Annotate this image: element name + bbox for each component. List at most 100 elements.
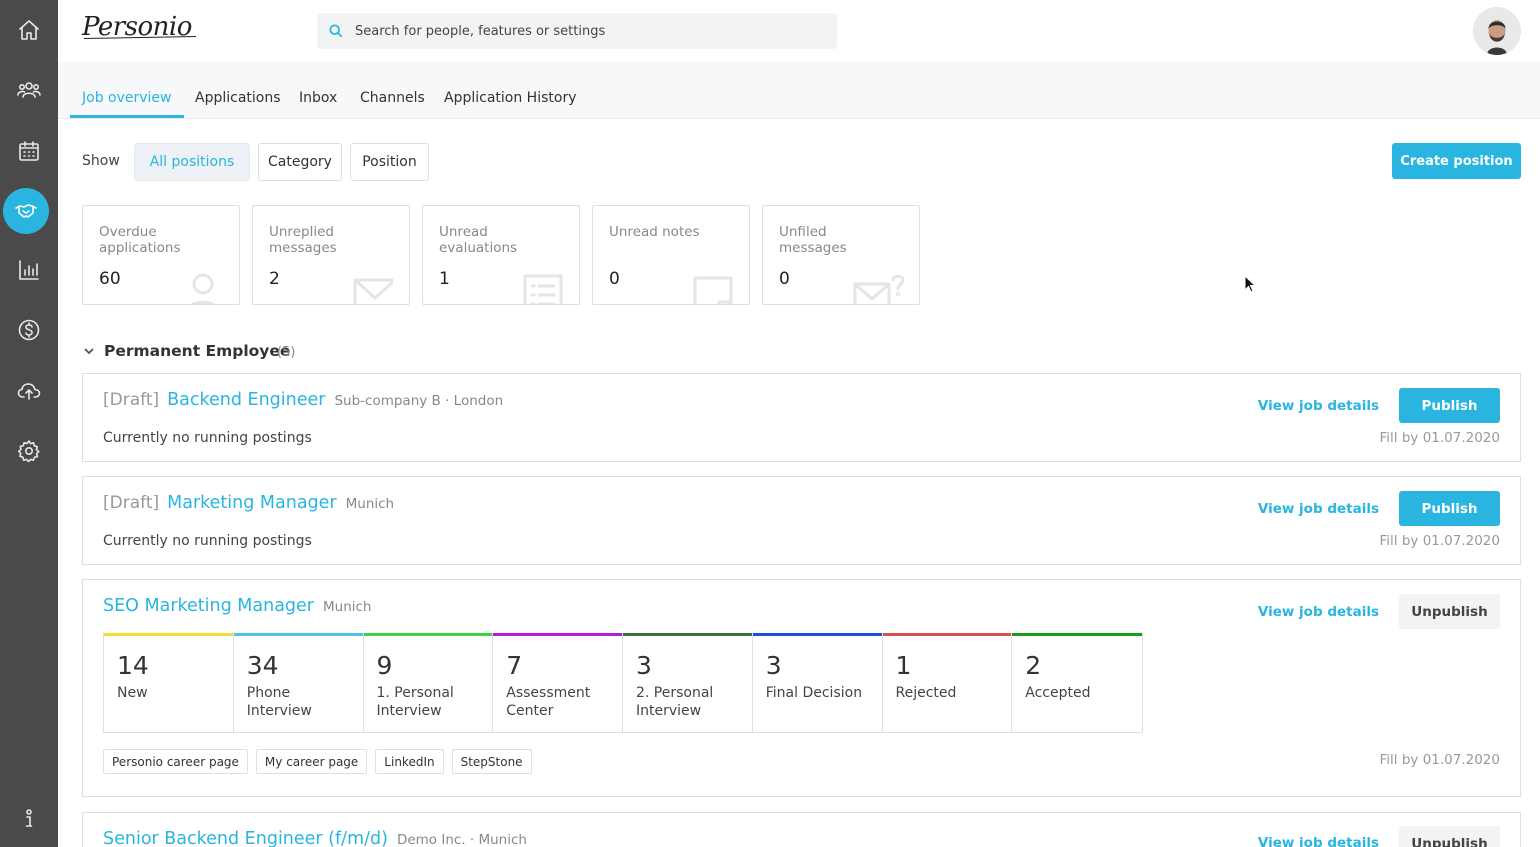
sidebar-item-recruiting[interactable]: [3, 188, 49, 234]
pipeline-stage[interactable]: 14 New: [104, 633, 234, 732]
unpublish-button[interactable]: Unpublish: [1399, 826, 1500, 847]
sidebar-item-upload[interactable]: [4, 366, 54, 416]
top-bar: Personio: [58, 0, 1540, 62]
job-location: Munich: [323, 599, 372, 615]
stat-label: Unfiled messages: [779, 224, 847, 256]
tab-inbox[interactable]: Inbox: [299, 90, 337, 106]
pipeline-stage[interactable]: 34 Phone Interview: [233, 633, 364, 732]
personio-logo[interactable]: Personio: [82, 12, 192, 42]
publish-button[interactable]: Publish: [1399, 491, 1500, 526]
stage-count: 1: [895, 651, 912, 680]
stage-color-bar: [493, 633, 622, 636]
stage-label: 1. Personal Interview: [376, 685, 454, 719]
pipeline-stage[interactable]: 9 1. Personal Interview: [363, 633, 494, 732]
sidebar-item-people[interactable]: [4, 65, 54, 115]
stat-label: Unread notes: [609, 224, 700, 240]
active-tab-indicator: [70, 115, 184, 118]
channel-chip[interactable]: Personio career page: [103, 749, 248, 774]
publish-button[interactable]: Publish: [1399, 388, 1500, 423]
gear-icon: [18, 440, 40, 463]
job-title-link[interactable]: Backend Engineer: [167, 390, 325, 410]
pipeline-stages: 14 New 34 Phone Interview 9 1. Personal …: [103, 633, 1143, 733]
unpublish-button[interactable]: Unpublish: [1399, 594, 1500, 629]
stage-count: 9: [376, 651, 393, 680]
search-icon: [329, 24, 343, 38]
envelope-question-icon: [853, 272, 907, 304]
stage-label: Phone Interview: [246, 685, 312, 719]
stat-unread-evaluations[interactable]: Unread evaluations 1: [422, 205, 580, 305]
stage-label: Rejected: [895, 685, 957, 701]
section-title[interactable]: Permanent Employee: [104, 342, 290, 360]
cloud-upload-icon: [17, 383, 41, 400]
stage-color-bar: [882, 633, 1012, 636]
list-icon: [523, 274, 563, 304]
filter-position[interactable]: Position: [350, 143, 429, 181]
view-job-details-link[interactable]: View job details: [1258, 398, 1379, 414]
job-title-link[interactable]: Marketing Manager: [167, 493, 337, 513]
job-card: Senior Backend Engineer (f/m/d) Demo Inc…: [82, 812, 1521, 847]
pipeline-stage[interactable]: 7 Assessment Center: [493, 633, 623, 732]
stage-color-bar: [623, 633, 752, 636]
job-location: Munich: [345, 496, 395, 512]
stat-value: 2: [269, 269, 280, 289]
stat-unreplied-messages[interactable]: Unreplied messages 2: [252, 205, 410, 305]
filter-category[interactable]: Category: [258, 143, 342, 181]
stat-overdue-applications[interactable]: Overdue applications 60: [82, 205, 240, 305]
channel-chip[interactable]: LinkedIn: [375, 749, 444, 774]
postings-status: Currently no running postings: [103, 533, 312, 549]
sidebar-item-calendar[interactable]: [4, 126, 54, 176]
pipeline-stage[interactable]: 3 Final Decision: [752, 633, 883, 732]
channel-list: Personio career page My career page Link…: [103, 749, 532, 774]
stage-label: 2. Personal Interview: [636, 685, 714, 719]
stage-count: 34: [246, 651, 279, 680]
stat-label: Unreplied messages: [269, 224, 337, 256]
job-title-link[interactable]: Senior Backend Engineer (f/m/d): [103, 829, 388, 847]
envelope-icon: [353, 276, 397, 304]
job-title-link[interactable]: SEO Marketing Manager: [103, 596, 314, 616]
view-job-details-link[interactable]: View job details: [1258, 501, 1379, 517]
stage-count: 3: [765, 651, 782, 680]
sidebar-item-reports[interactable]: [4, 245, 54, 295]
info-icon: [25, 809, 33, 827]
sidebar-item-help[interactable]: [4, 794, 54, 844]
stat-value: 60: [99, 269, 121, 289]
stage-label: Assessment Center: [506, 685, 591, 719]
stat-label: Unread evaluations: [439, 224, 518, 256]
pipeline-stage[interactable]: 2 Accepted: [1012, 633, 1142, 732]
create-position-button[interactable]: Create position: [1392, 143, 1521, 179]
stat-unread-notes[interactable]: Unread notes 0: [592, 205, 750, 305]
people-icon: [17, 82, 41, 98]
collapse-chevron-icon[interactable]: [83, 345, 95, 357]
stage-color-bar: [104, 633, 233, 636]
note-icon: [693, 276, 733, 304]
pipeline-stage[interactable]: 3 2. Personal Interview: [623, 633, 753, 732]
channel-chip[interactable]: StepStone: [451, 749, 532, 774]
bar-chart-icon: [19, 260, 39, 280]
user-avatar[interactable]: [1473, 7, 1521, 55]
filter-all-positions[interactable]: All positions: [134, 143, 250, 181]
stat-unfiled-messages[interactable]: Unfiled messages 0: [762, 205, 920, 305]
draft-badge: [Draft]: [103, 493, 160, 513]
tab-job-overview[interactable]: Job overview: [82, 90, 172, 106]
job-card: [Draft] Marketing Manager Munich Current…: [82, 476, 1521, 565]
view-job-details-link[interactable]: View job details: [1258, 835, 1379, 847]
job-location: Sub-company B · London: [334, 393, 504, 409]
job-card: [Draft] Backend Engineer Sub-company B ·…: [82, 373, 1521, 462]
tab-channels[interactable]: Channels: [360, 90, 425, 106]
sidebar-item-settings[interactable]: [4, 426, 54, 476]
stage-color-bar: [363, 633, 493, 636]
tab-applications[interactable]: Applications: [195, 90, 281, 106]
search-box[interactable]: [317, 13, 837, 49]
mouse-cursor-icon: [1244, 275, 1256, 293]
stage-color-bar: [752, 633, 882, 636]
channel-chip[interactable]: My career page: [255, 749, 368, 774]
stage-color-bar: [1012, 633, 1142, 636]
stage-count: 7: [506, 651, 523, 680]
view-job-details-link[interactable]: View job details: [1258, 604, 1379, 620]
tab-application-history[interactable]: Application History: [444, 90, 576, 106]
dollar-icon: [18, 319, 40, 341]
search-input[interactable]: [355, 23, 815, 39]
sidebar-item-home[interactable]: [4, 5, 54, 55]
sidebar-item-payroll[interactable]: [4, 305, 54, 355]
pipeline-stage[interactable]: 1 Rejected: [882, 633, 1013, 732]
